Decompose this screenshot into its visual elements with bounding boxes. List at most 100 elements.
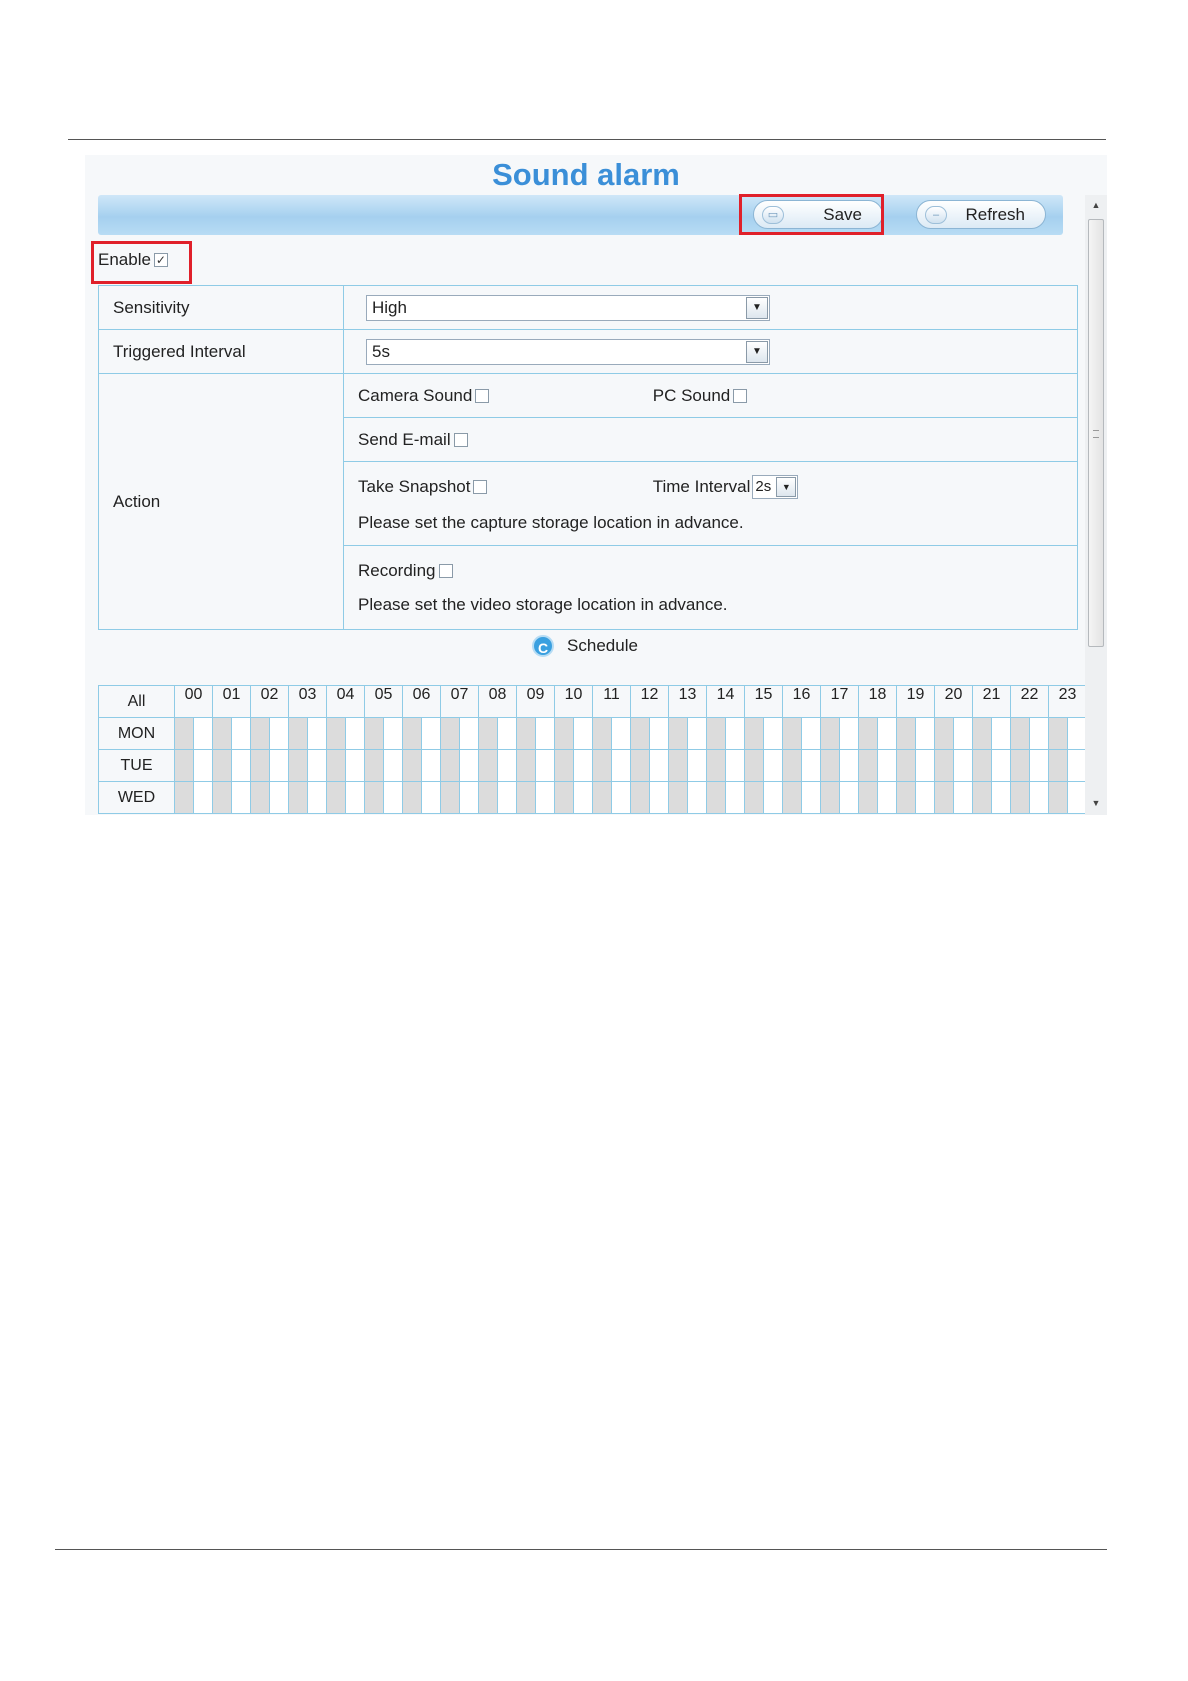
schedule-half-cell[interactable] [536, 782, 554, 813]
schedule-half-cell[interactable] [555, 750, 574, 781]
schedule-half-cell[interactable] [365, 782, 384, 813]
schedule-half-cell[interactable] [745, 718, 764, 749]
schedule-half-cell[interactable] [251, 718, 270, 749]
schedule-cell[interactable] [440, 717, 479, 750]
schedule-half-cell[interactable] [422, 782, 440, 813]
schedule-half-cell[interactable] [194, 718, 212, 749]
schedule-half-cell[interactable] [289, 782, 308, 813]
schedule-cell[interactable] [972, 717, 1011, 750]
schedule-hour-21[interactable]: 21 [972, 685, 1011, 718]
schedule-half-cell[interactable] [764, 750, 782, 781]
schedule-hour-00[interactable]: 00 [174, 685, 213, 718]
schedule-half-cell[interactable] [308, 782, 326, 813]
schedule-cell[interactable] [554, 781, 593, 814]
schedule-half-cell[interactable] [1049, 750, 1068, 781]
schedule-half-cell[interactable] [707, 750, 726, 781]
schedule-half-cell[interactable] [574, 782, 592, 813]
schedule-half-cell[interactable] [422, 750, 440, 781]
schedule-half-cell[interactable] [194, 782, 212, 813]
schedule-cell[interactable] [934, 749, 973, 782]
schedule-half-cell[interactable] [669, 718, 688, 749]
schedule-cell[interactable] [858, 781, 897, 814]
schedule-hour-08[interactable]: 08 [478, 685, 517, 718]
schedule-cell[interactable] [630, 717, 669, 750]
schedule-half-cell[interactable] [422, 718, 440, 749]
schedule-day-tue[interactable]: TUE [98, 749, 175, 782]
schedule-half-cell[interactable] [688, 750, 706, 781]
schedule-cell[interactable] [440, 749, 479, 782]
chevron-down-icon[interactable]: ▼ [776, 476, 797, 497]
schedule-half-cell[interactable] [802, 718, 820, 749]
schedule-hour-06[interactable]: 06 [402, 685, 441, 718]
camera-sound-checkbox[interactable] [475, 388, 490, 403]
schedule-hour-18[interactable]: 18 [858, 685, 897, 718]
schedule-half-cell[interactable] [555, 782, 574, 813]
schedule-day-wed[interactable]: WED [98, 781, 175, 814]
schedule-hour-03[interactable]: 03 [288, 685, 327, 718]
schedule-hour-20[interactable]: 20 [934, 685, 973, 718]
schedule-hour-22[interactable]: 22 [1010, 685, 1049, 718]
schedule-half-cell[interactable] [213, 750, 232, 781]
pc-sound-checkbox[interactable] [733, 388, 748, 403]
schedule-cell[interactable] [630, 781, 669, 814]
schedule-half-cell[interactable] [479, 718, 498, 749]
schedule-cell[interactable] [706, 749, 745, 782]
schedule-half-cell[interactable] [992, 782, 1010, 813]
schedule-hour-09[interactable]: 09 [516, 685, 555, 718]
schedule-half-cell[interactable] [821, 782, 840, 813]
schedule-half-cell[interactable] [270, 718, 288, 749]
schedule-cell[interactable] [478, 781, 517, 814]
schedule-half-cell[interactable] [935, 750, 954, 781]
schedule-half-cell[interactable] [878, 750, 896, 781]
schedule-half-cell[interactable] [175, 718, 194, 749]
schedule-half-cell[interactable] [631, 718, 650, 749]
schedule-half-cell[interactable] [650, 782, 668, 813]
schedule-half-cell[interactable] [460, 750, 478, 781]
schedule-hour-19[interactable]: 19 [896, 685, 935, 718]
schedule-half-cell[interactable] [859, 782, 878, 813]
schedule-half-cell[interactable] [973, 782, 992, 813]
schedule-half-cell[interactable] [498, 718, 516, 749]
schedule-cell[interactable] [478, 717, 517, 750]
schedule-half-cell[interactable] [1030, 750, 1048, 781]
schedule-half-cell[interactable] [669, 750, 688, 781]
schedule-half-cell[interactable] [403, 782, 422, 813]
schedule-hour-14[interactable]: 14 [706, 685, 745, 718]
schedule-half-cell[interactable] [1011, 782, 1030, 813]
schedule-half-cell[interactable] [1030, 718, 1048, 749]
schedule-half-cell[interactable] [1068, 782, 1086, 813]
schedule-half-cell[interactable] [213, 782, 232, 813]
schedule-half-cell[interactable] [726, 782, 744, 813]
schedule-half-cell[interactable] [593, 718, 612, 749]
schedule-half-cell[interactable] [498, 782, 516, 813]
schedule-half-cell[interactable] [517, 718, 536, 749]
schedule-half-cell[interactable] [384, 750, 402, 781]
schedule-hour-15[interactable]: 15 [744, 685, 783, 718]
schedule-half-cell[interactable] [346, 718, 364, 749]
schedule-half-cell[interactable] [384, 782, 402, 813]
schedule-cell[interactable] [858, 749, 897, 782]
schedule-cell[interactable] [326, 781, 365, 814]
schedule-cell[interactable] [516, 781, 555, 814]
schedule-half-cell[interactable] [859, 718, 878, 749]
schedule-cell[interactable] [174, 717, 213, 750]
schedule-half-cell[interactable] [650, 750, 668, 781]
schedule-half-cell[interactable] [441, 750, 460, 781]
schedule-half-cell[interactable] [859, 750, 878, 781]
schedule-cell[interactable] [554, 717, 593, 750]
schedule-cell[interactable] [896, 781, 935, 814]
schedule-half-cell[interactable] [270, 750, 288, 781]
chevron-down-icon[interactable]: ▼ [746, 296, 768, 319]
schedule-hour-12[interactable]: 12 [630, 685, 669, 718]
scroll-down-icon[interactable]: ▼ [1085, 793, 1107, 813]
refresh-button[interactable]: – Refresh [916, 200, 1046, 229]
schedule-hour-11[interactable]: 11 [592, 685, 631, 718]
schedule-day-mon[interactable]: MON [98, 717, 175, 750]
schedule-half-cell[interactable] [612, 718, 630, 749]
schedule-half-cell[interactable] [726, 750, 744, 781]
schedule-cell[interactable] [668, 749, 707, 782]
schedule-cell[interactable] [782, 781, 821, 814]
schedule-half-cell[interactable] [498, 750, 516, 781]
schedule-half-cell[interactable] [1049, 718, 1068, 749]
schedule-cell[interactable] [478, 749, 517, 782]
